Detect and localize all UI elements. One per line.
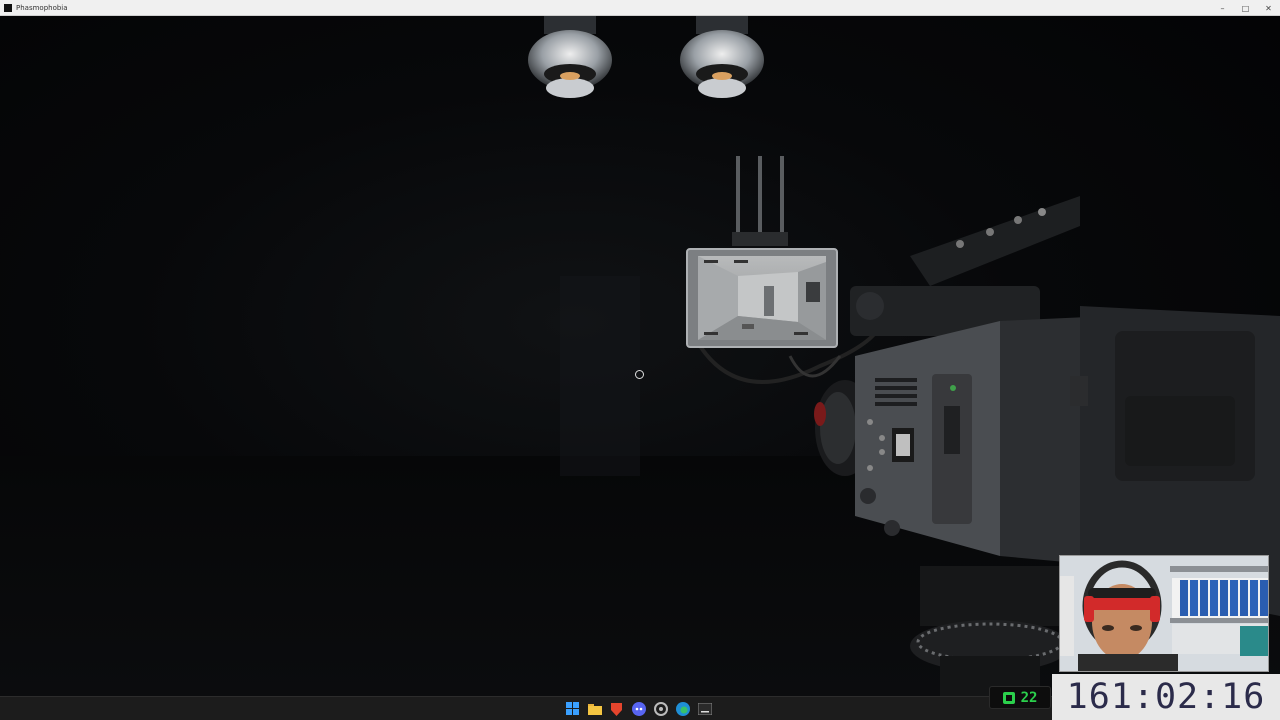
close-button[interactable]: ✕ — [1257, 0, 1280, 16]
minimize-button[interactable]: – — [1211, 0, 1234, 16]
file-explorer-icon[interactable] — [586, 700, 603, 717]
ceiling-light-left — [528, 16, 612, 98]
counter-badge: 22 — [989, 686, 1051, 709]
stream-timer: 161:02:16 — [1052, 674, 1280, 720]
window-title: Phasmophobia — [16, 3, 68, 12]
discord-icon[interactable] — [630, 700, 647, 717]
edge-browser-icon[interactable] — [674, 700, 691, 717]
counter-icon — [1002, 691, 1015, 704]
settings-icon[interactable] — [652, 700, 669, 717]
maximize-button[interactable]: □ — [1234, 0, 1257, 16]
doorway-shadow — [560, 276, 640, 476]
taskbar-icons — [564, 700, 713, 717]
monitor-screen — [698, 256, 826, 340]
windows-start-icon[interactable] — [564, 700, 581, 717]
app-icon — [4, 3, 12, 12]
window-controls: – □ ✕ — [1211, 0, 1280, 16]
crosshair-icon — [635, 370, 644, 379]
timer-text: 161:02:16 — [1066, 677, 1266, 717]
webcam-overlay — [1059, 555, 1269, 672]
terminal-icon[interactable] — [696, 700, 713, 717]
camera-monitor — [686, 248, 838, 348]
window-titlebar: Phasmophobia – □ ✕ — [0, 0, 1280, 16]
ceiling-light-right — [680, 16, 764, 98]
brave-browser-icon[interactable] — [608, 700, 625, 717]
counter-value: 22 — [1020, 689, 1038, 706]
monitor-feed — [698, 256, 826, 340]
streamer-webcam — [1060, 556, 1268, 671]
